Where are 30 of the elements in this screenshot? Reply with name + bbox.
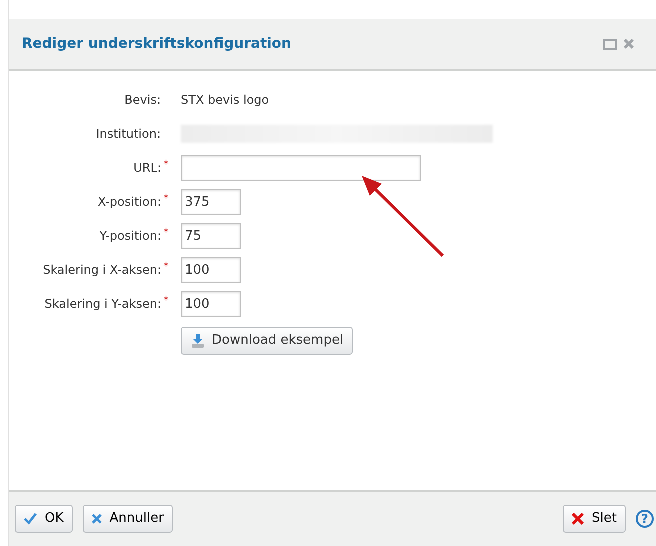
field-label: Bevis: bbox=[124, 92, 161, 109]
download-button[interactable]: Download eksempel bbox=[181, 327, 353, 355]
field-label: Institution: bbox=[96, 126, 161, 143]
maximize-icon[interactable] bbox=[603, 38, 617, 50]
field-label: Skalering i Y-aksen: bbox=[44, 296, 162, 313]
input-field[interactable]: 100 bbox=[181, 291, 241, 317]
field-label: X-position: bbox=[98, 194, 162, 211]
input-field[interactable] bbox=[181, 155, 421, 181]
x-icon bbox=[572, 513, 584, 525]
required-mark: * bbox=[164, 261, 169, 272]
download-icon bbox=[190, 333, 206, 349]
required-mark: * bbox=[164, 227, 169, 238]
delete-button[interactable]: Slet bbox=[563, 505, 626, 533]
x-icon bbox=[92, 514, 102, 524]
ok-button[interactable]: OK bbox=[15, 505, 73, 533]
checkmark-icon bbox=[24, 513, 37, 525]
dialog-title: Rediger underskriftskonfiguration bbox=[22, 34, 293, 54]
cancel-button[interactable]: Annuller bbox=[82, 505, 173, 533]
field-label: URL: bbox=[134, 160, 162, 177]
input-field[interactable]: 100 bbox=[181, 257, 241, 283]
required-mark: * bbox=[164, 159, 169, 170]
field-label: Skalering i X-aksen: bbox=[43, 262, 162, 279]
field-label: Y-position: bbox=[100, 228, 162, 245]
close-icon[interactable] bbox=[623, 38, 635, 50]
required-mark: * bbox=[164, 193, 169, 204]
field-value: STX bevis logo bbox=[181, 92, 270, 109]
help-button[interactable]: ? bbox=[636, 510, 654, 528]
input-field[interactable]: 375 bbox=[181, 189, 241, 215]
input-field[interactable]: 75 bbox=[181, 223, 241, 249]
required-mark: * bbox=[164, 295, 169, 306]
